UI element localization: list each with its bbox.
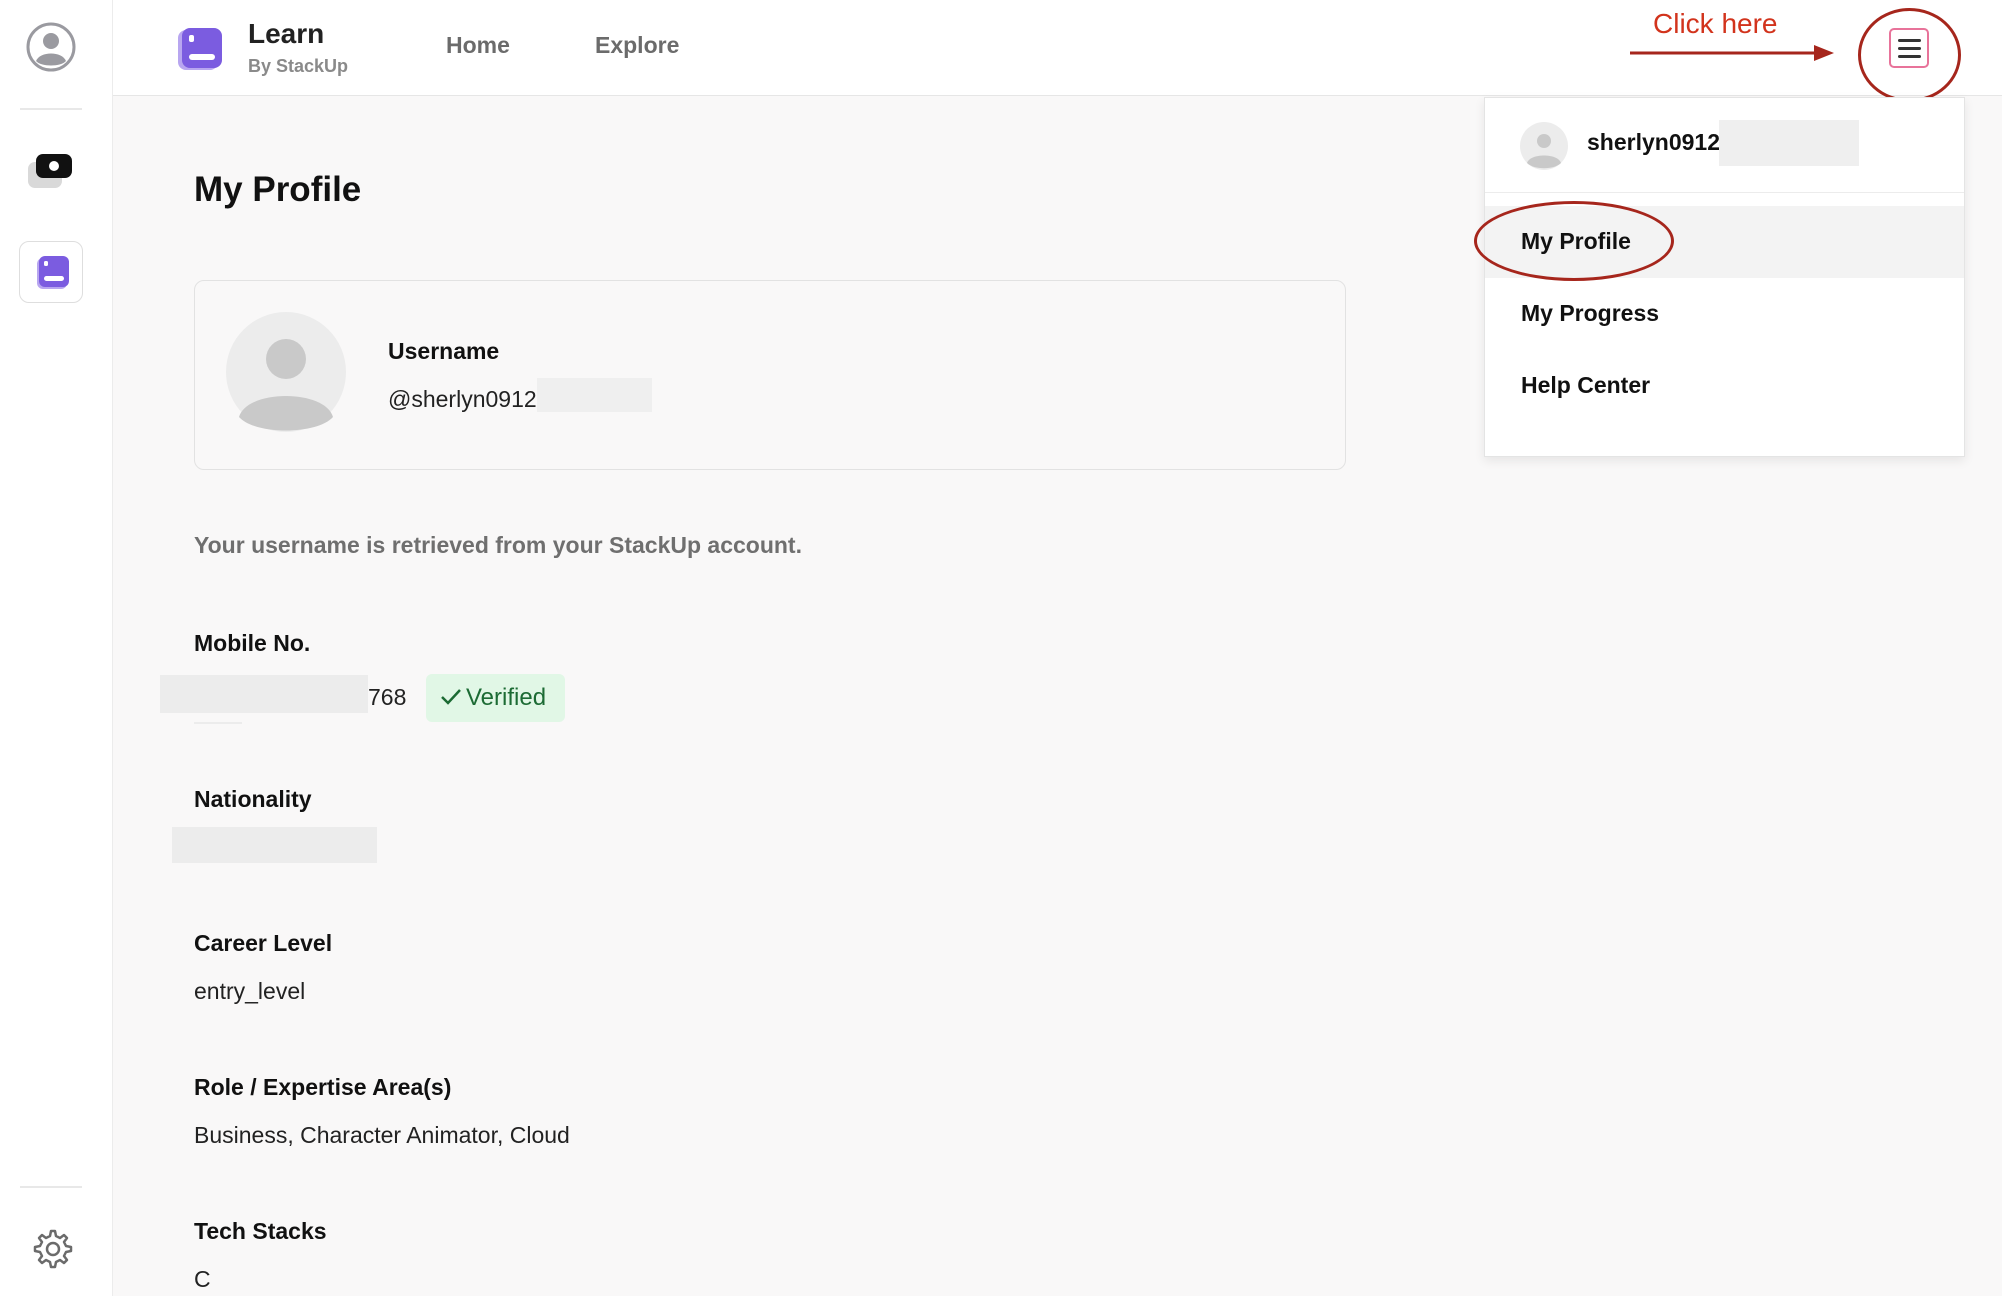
checkmark-icon xyxy=(441,689,461,705)
dropdown-item-my-profile[interactable]: My Profile xyxy=(1485,206,1964,278)
redacted-block xyxy=(160,675,368,713)
career-value: entry_level xyxy=(194,978,306,1004)
learn-app-icon[interactable] xyxy=(19,241,83,303)
dropdown-item-help-center[interactable]: Help Center xyxy=(1485,350,1964,422)
learn-logo-icon[interactable] xyxy=(176,26,224,72)
nav-home[interactable]: Home xyxy=(446,32,510,59)
settings-gear-icon[interactable] xyxy=(28,1226,74,1272)
redacted-block xyxy=(1719,120,1859,166)
verified-label: Verified xyxy=(466,684,547,711)
user-avatar-icon[interactable] xyxy=(26,22,76,72)
career-label: Career Level xyxy=(194,930,333,956)
dropdown-username: sherlyn0912 xyxy=(1587,129,1720,155)
rail-divider xyxy=(20,108,82,110)
verified-badge: Verified xyxy=(426,674,565,722)
brand-title[interactable]: Learn xyxy=(248,18,324,50)
tech-label: Tech Stacks xyxy=(194,1218,327,1244)
role-value: Business, Character Animator, Cloud xyxy=(194,1122,570,1148)
camera-app-icon[interactable] xyxy=(26,152,76,190)
annotation-arrow-icon xyxy=(1630,45,1834,61)
dropdown-item-my-progress[interactable]: My Progress xyxy=(1485,278,1964,350)
brand-subtitle: By StackUp xyxy=(248,56,349,76)
dropdown-divider xyxy=(1485,192,1964,193)
left-rail xyxy=(0,0,113,1296)
account-dropdown: sherlyn0912 My Profile My Progress Help … xyxy=(1484,97,1965,457)
page-title: My Profile xyxy=(194,170,362,209)
username-note: Your username is retrieved from your Sta… xyxy=(194,532,802,558)
nationality-label: Nationality xyxy=(194,786,312,812)
nav-explore[interactable]: Explore xyxy=(595,32,679,59)
mobile-value: 768 xyxy=(368,684,407,710)
tech-value: C xyxy=(194,1266,211,1292)
profile-avatar-icon xyxy=(225,311,347,433)
username-label: Username xyxy=(388,338,500,364)
rail-divider xyxy=(20,1186,82,1188)
redacted-block xyxy=(172,827,377,863)
redacted-line xyxy=(194,722,242,724)
hamburger-menu-icon[interactable] xyxy=(1889,28,1929,68)
mobile-label: Mobile No. xyxy=(194,630,311,656)
redacted-block xyxy=(537,378,652,412)
dropdown-avatar-icon xyxy=(1520,122,1568,170)
role-label: Role / Expertise Area(s) xyxy=(194,1074,452,1100)
username-card: Username @sherlyn0912 xyxy=(194,280,1346,470)
annotation-click-here: Click here xyxy=(1653,8,1778,39)
username-value: @sherlyn0912 xyxy=(388,386,537,412)
